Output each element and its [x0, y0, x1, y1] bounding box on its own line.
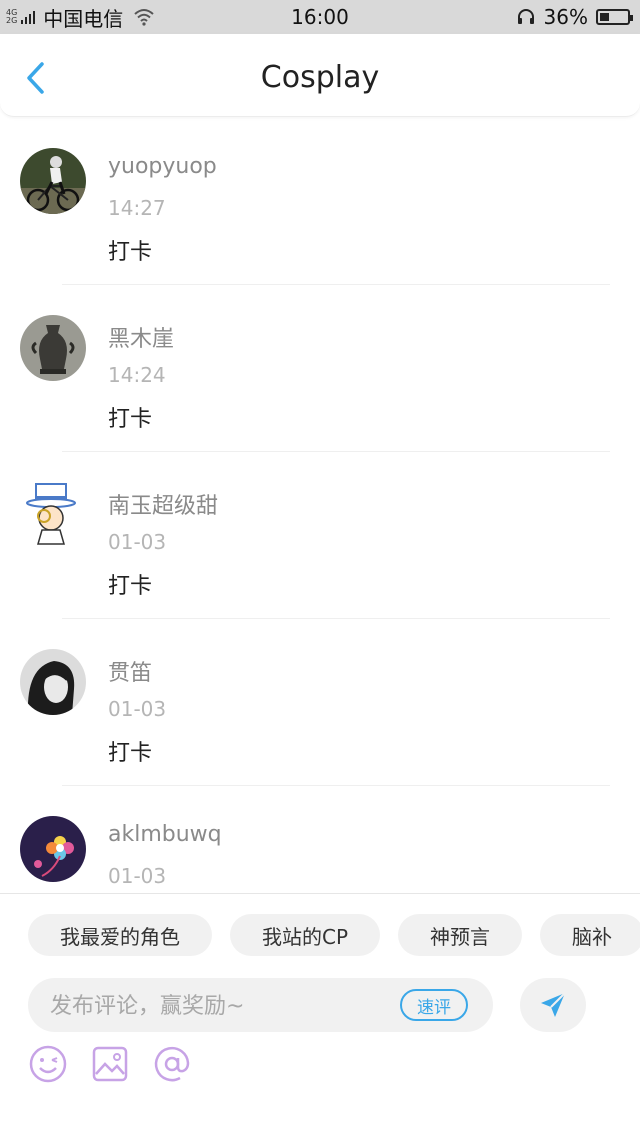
portrait-girl-avatar-icon	[20, 649, 86, 715]
status-left: 4G 2G 中国电信	[0, 3, 155, 32]
vase-avatar-icon	[20, 315, 86, 381]
user-name[interactable]: 南玉超级甜	[108, 488, 218, 520]
topic-chip[interactable]: 我站的CP	[230, 914, 381, 956]
topic-chips: 我最爱的角色 我站的CP 神预言 脑补	[28, 914, 640, 956]
comment-time: 14:27	[108, 196, 166, 220]
comment-list[interactable]: yuopyuop 14:27 打卡 黑木崖 14:24 打卡 南玉超级甜 01-…	[0, 118, 640, 893]
quick-review-button[interactable]: 速评	[400, 989, 468, 1021]
colorful-flower-avatar-icon	[20, 816, 86, 882]
user-name[interactable]: aklmbuwq	[108, 822, 222, 847]
navigation-bar: Cosplay	[0, 34, 640, 117]
comment-item: 贯笛 01-03 打卡	[0, 619, 640, 786]
image-button[interactable]	[90, 1044, 130, 1084]
topic-chip[interactable]: 脑补	[540, 914, 640, 956]
comment-time: 01-03	[108, 697, 167, 721]
network-type: 4G 2G	[6, 8, 18, 25]
comment-text: 打卡	[108, 741, 153, 766]
user-name[interactable]: yuopyuop	[108, 154, 217, 179]
status-bar: 4G 2G 中国电信 16:00 36%	[0, 0, 640, 34]
comment-time: 14:24	[108, 363, 166, 387]
send-button[interactable]	[520, 978, 586, 1032]
comment-text: 打卡	[108, 407, 153, 432]
battery-percent: 36%	[543, 5, 588, 29]
user-avatar[interactable]	[20, 482, 86, 548]
comment-item: 黑木崖 14:24 打卡	[0, 285, 640, 452]
comment-item: aklmbuwq 01-03	[0, 786, 640, 893]
cartoon-detective-avatar-icon	[20, 482, 86, 548]
comment-field-container: 速评	[28, 978, 493, 1034]
comment-item: 南玉超级甜 01-03 打卡	[0, 452, 640, 619]
battery-icon	[596, 9, 633, 25]
user-avatar[interactable]	[20, 315, 86, 381]
user-name[interactable]: 贯笛	[108, 655, 152, 687]
comment-text: 打卡	[108, 574, 153, 599]
carrier-name: 中国电信	[43, 6, 124, 31]
comment-time: 01-03	[108, 530, 167, 554]
comment-item: yuopyuop 14:27 打卡	[0, 118, 640, 285]
cyclist-avatar-icon	[20, 148, 86, 214]
page-title: Cosplay	[260, 60, 380, 95]
image-icon	[92, 1046, 128, 1082]
status-right: 36%	[516, 5, 640, 29]
signal-icon	[21, 10, 36, 24]
at-icon	[154, 1046, 190, 1082]
comment-input[interactable]	[48, 978, 392, 1034]
comment-time: 01-03	[108, 864, 167, 888]
emoji-icon	[29, 1045, 67, 1083]
user-avatar[interactable]	[20, 816, 86, 882]
mention-button[interactable]	[152, 1044, 192, 1084]
composer-tools	[28, 1044, 192, 1084]
emoji-button[interactable]	[28, 1044, 68, 1084]
user-avatar[interactable]	[20, 649, 86, 715]
comment-composer: 我最爱的角色 我站的CP 神预言 脑补 速评	[0, 893, 640, 1139]
headset-icon	[517, 9, 534, 24]
user-name[interactable]: 黑木崖	[108, 321, 174, 353]
topic-chip[interactable]: 神预言	[398, 914, 523, 956]
user-avatar[interactable]	[20, 148, 86, 214]
topic-chip[interactable]: 我最爱的角色	[28, 914, 212, 956]
battery-level	[600, 13, 610, 21]
send-icon	[541, 992, 566, 1017]
comment-text: 打卡	[108, 240, 153, 265]
wifi-icon	[134, 9, 154, 26]
